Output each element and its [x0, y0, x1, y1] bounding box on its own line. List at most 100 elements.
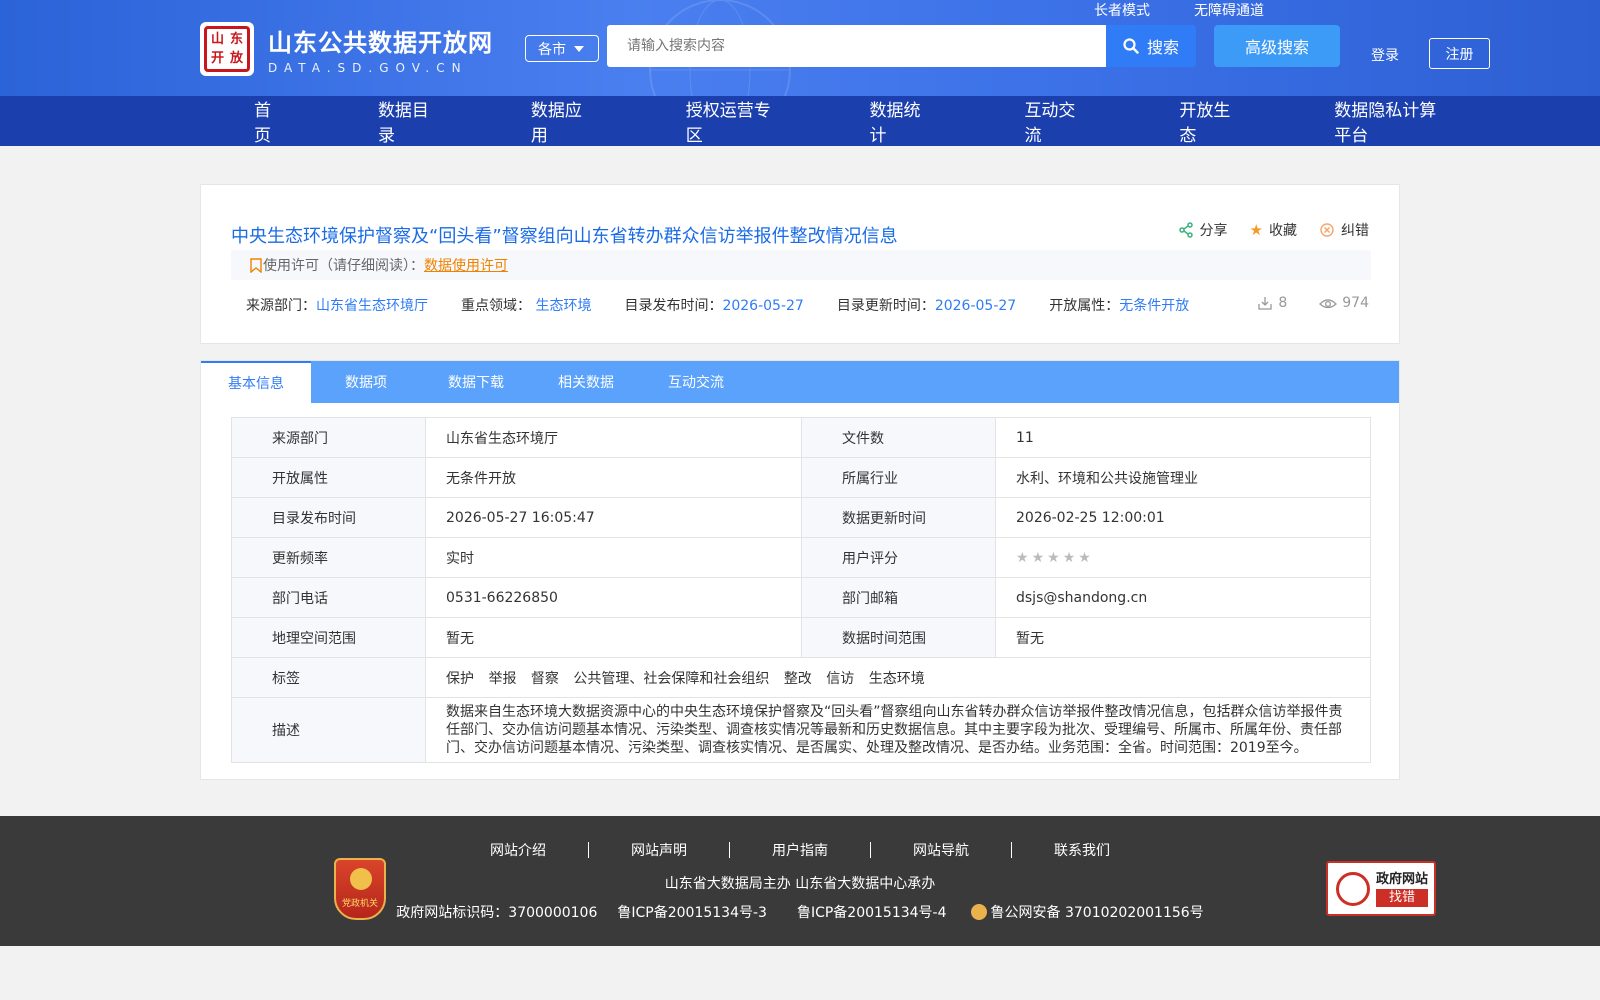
nav-item-home[interactable]: 首页 [254, 96, 283, 146]
license-link[interactable]: 数据使用许可 [424, 255, 508, 275]
elder-mode-link[interactable]: 长者模式 [1094, 0, 1150, 20]
bookmark-icon [250, 257, 262, 273]
table-row: 描述 数据来自生态环境大数据资源中心的中央生态环境保护督察及“回头看”督察组向山… [231, 697, 1371, 763]
detail-tabs: 基本信息 数据项 数据下载 相关数据 互动交流 [201, 361, 1399, 403]
star-icon[interactable]: ★ [1032, 550, 1045, 566]
search-icon [1123, 38, 1139, 54]
meta-domain-link[interactable]: 生态环境 [535, 298, 591, 314]
footer-link-contact[interactable]: 联系我们 [1012, 840, 1152, 860]
register-button[interactable]: 注册 [1429, 38, 1490, 69]
site-header: 山东 开放 山东公共数据开放网 DATA.SD.GOV.CN 长者模式 无障碍通… [0, 0, 1600, 96]
dataset-title: 中央生态环境保护督察及“回头看”督察组向山东省转办群众信访举报件整改情况信息 [231, 226, 898, 247]
search-input[interactable] [607, 25, 1106, 67]
star-icon[interactable]: ★ [1078, 550, 1091, 566]
report-error-button[interactable]: 纠错 [1319, 220, 1369, 240]
nav-item-statistics[interactable]: 数据统计 [870, 96, 928, 146]
nav-item-privacy-computing[interactable]: 数据隐私计算平台 [1334, 96, 1450, 146]
nav-item-authorized-ops[interactable]: 授权运营专区 [686, 96, 773, 146]
tab-data-download[interactable]: 数据下载 [421, 361, 531, 403]
license-prefix: 使用许可（请仔细阅读）： [263, 258, 424, 274]
tab-related-data[interactable]: 相关数据 [531, 361, 641, 403]
table-row: 开放属性 无条件开放 所属行业 水利、环境和公共设施管理业 [231, 457, 1371, 498]
advanced-search-button[interactable]: 高级搜索 [1214, 25, 1340, 67]
download-icon [1258, 297, 1272, 310]
table-row: 更新频率 实时 用户评分 ★ ★ ★ ★ ★ [231, 537, 1371, 578]
dataset-description: 数据来自生态环境大数据资源中心的中央生态环境保护督察及“回头看”督察组向山东省转… [425, 697, 1371, 763]
view-count: 974 [1319, 295, 1369, 311]
star-icon: ★ [1249, 221, 1263, 239]
meta-open-attr: 开放属性：无条件开放 [1049, 298, 1190, 314]
chevron-down-icon [574, 45, 584, 52]
police-badge-icon [970, 904, 987, 920]
accessibility-link[interactable]: 无障碍通道 [1194, 0, 1264, 20]
favorite-label: 收藏 [1269, 223, 1297, 239]
gov-site-id: 政府网站标识码：3700000106 [396, 905, 598, 921]
dataset-meta: 来源部门：山东省生态环境厅 重点领域： 生态环境 目录发布时间：2026-05-… [246, 295, 1371, 315]
tag[interactable]: 整改 [784, 671, 812, 687]
tag-list: 保护 举报 督察 公共管理、社会保障和社会组织 整改 信访 生态环境 [425, 657, 1371, 698]
search-button[interactable]: 搜索 [1106, 25, 1196, 67]
site-footer: 党政机关 网站介绍 网站声明 用户指南 网站导航 联系我们 山东省大数据局主办 … [0, 816, 1600, 946]
nav-item-ecosystem[interactable]: 开放生态 [1179, 96, 1237, 146]
site-title: 山东公共数据开放网 [268, 29, 493, 57]
tag[interactable]: 举报 [488, 671, 516, 687]
meta-source: 来源部门：山东省生态环境厅 [246, 298, 428, 314]
tag[interactable]: 保护 [446, 671, 474, 687]
download-count: 8 [1257, 295, 1287, 311]
tab-data-items[interactable]: 数据项 [311, 361, 421, 403]
table-row: 标签 保护 举报 督察 公共管理、社会保障和社会组织 整改 信访 生态环境 [231, 657, 1371, 698]
table-row: 来源部门 山东省生态环境厅 文件数 11 [231, 417, 1371, 458]
dataset-summary-card: 中央生态环境保护督察及“回头看”督察组向山东省转办群众信访举报件整改情况信息 分… [200, 184, 1400, 344]
nav-item-apps[interactable]: 数据应用 [531, 96, 589, 146]
tab-interaction[interactable]: 互动交流 [641, 361, 751, 403]
dataset-detail-card: 基本信息 数据项 数据下载 相关数据 互动交流 来源部门 山东省生态环境厅 文件数… [200, 360, 1400, 780]
share-label: 分享 [1199, 223, 1228, 239]
login-link[interactable]: 登录 [1371, 45, 1399, 65]
magnifier-icon [1336, 871, 1370, 906]
user-rating-stars[interactable]: ★ ★ ★ ★ ★ [1016, 550, 1370, 566]
logo-seal-icon: 山东 开放 [200, 22, 254, 76]
table-row: 部门电话 0531-66226850 部门邮箱 dsjs@shandong.cn [231, 577, 1371, 618]
site-logo[interactable]: 山东 开放 山东公共数据开放网 DATA.SD.GOV.CN [200, 22, 493, 76]
license-bar: 使用许可（请仔细阅读）： 数据使用许可 [231, 250, 1371, 280]
gov-site-error-button[interactable]: 政府网站 找错 [1326, 861, 1436, 916]
star-icon[interactable]: ★ [1063, 550, 1076, 566]
meta-domain: 重点领域： 生态环境 [461, 298, 592, 314]
favorite-button[interactable]: ★ 收藏 [1250, 220, 1297, 240]
eye-icon [1319, 299, 1338, 309]
nav-item-catalog[interactable]: 数据目录 [378, 96, 436, 146]
footer-link-statement[interactable]: 网站声明 [589, 840, 729, 860]
table-row: 目录发布时间 2026-05-27 16:05:47 数据更新时间 2026-02-… [231, 497, 1371, 538]
footer-link-about[interactable]: 网站介绍 [448, 840, 588, 860]
site-domain: DATA.SD.GOV.CN [268, 61, 468, 75]
footer-links: 网站介绍 网站声明 用户指南 网站导航 联系我们 [200, 840, 1400, 860]
star-icon[interactable]: ★ [1016, 550, 1029, 566]
icp-record-1[interactable]: 鲁ICP备20015134号-3 [617, 902, 767, 922]
share-icon [1178, 222, 1193, 238]
nav-item-interaction[interactable]: 互动交流 [1024, 96, 1082, 146]
police-record[interactable]: 鲁公网安备 37010202001156号 [970, 902, 1204, 922]
meta-source-link[interactable]: 山东省生态环境厅 [316, 298, 428, 314]
report-label: 纠错 [1341, 223, 1369, 239]
share-button[interactable]: 分享 [1178, 220, 1228, 240]
city-select[interactable]: 各市 [525, 35, 599, 62]
tag[interactable]: 生态环境 [869, 671, 925, 687]
tag[interactable]: 督察 [531, 671, 559, 687]
star-icon[interactable]: ★ [1047, 550, 1060, 566]
tag[interactable]: 公共管理、社会保障和社会组织 [573, 671, 769, 687]
search-box [607, 25, 1106, 67]
footer-records: 政府网站标识码：3700000106 鲁ICP备20015134号-3 鲁ICP… [200, 902, 1400, 922]
city-select-label: 各市 [538, 41, 566, 58]
footer-link-guide[interactable]: 用户指南 [730, 840, 870, 860]
meta-publish-time: 目录发布时间：2026-05-27 [624, 298, 804, 314]
basic-info-table: 来源部门 山东省生态环境厅 文件数 11 开放属性 无条件开放 所属行业 水利、环境和公… [231, 417, 1371, 763]
footer-sponsor: 山东省大数据局主办 山东省大数据中心承办 [664, 876, 936, 892]
search-button-label: 搜索 [1146, 38, 1179, 57]
tab-basic-info[interactable]: 基本信息 [201, 361, 311, 403]
error-report-icon [1320, 223, 1334, 237]
footer-link-sitemap[interactable]: 网站导航 [871, 840, 1011, 860]
tag[interactable]: 信访 [826, 671, 854, 687]
table-row: 地理空间范围 暂无 数据时间范围 暂无 [231, 617, 1371, 658]
icp-record-2[interactable]: 鲁ICP备20015134号-4 [797, 902, 947, 922]
meta-update-time: 目录更新时间：2026-05-27 [836, 298, 1017, 314]
